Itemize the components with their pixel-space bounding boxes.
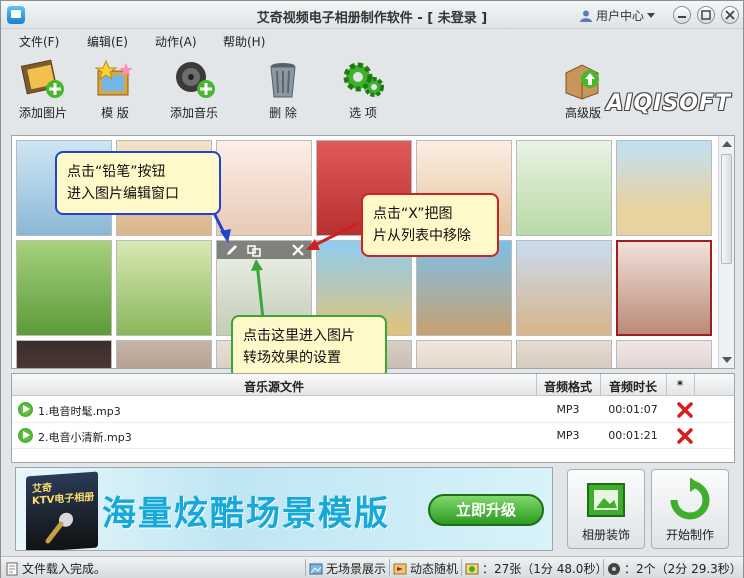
music-duration: 00:01:21 (608, 429, 658, 442)
delete-music-icon[interactable] (676, 401, 694, 419)
upgrade-banner[interactable]: 艾奇 KTV电子相册 海量炫酷场景模版 立即升级 (15, 467, 553, 551)
status-photo-count: ：27张（1分 48.0秒） (465, 560, 607, 577)
photo-count-icon (465, 563, 479, 574)
header-star: * (676, 378, 684, 392)
status-photo-count-text: ：27张（1分 48.0秒） (482, 562, 608, 576)
status-music-count: ：2个（2分 29.3秒） (607, 560, 742, 577)
music-duration: 00:01:07 (608, 403, 658, 416)
music-list: 音乐源文件 音频格式 音频时长 * 1.电音时髦.mp3 MP3 00:01:0… (11, 373, 735, 463)
delete-music-icon[interactable] (676, 427, 694, 445)
upgrade-now-button[interactable]: 立即升级 (428, 494, 544, 526)
document-icon (6, 562, 18, 575)
status-scene-text: 无场景展示 (326, 562, 387, 576)
column-divider (694, 374, 695, 396)
status-divider (603, 559, 604, 576)
product-box-image: 艾奇 KTV电子相册 (26, 471, 98, 550)
music-name: 2.电音小清新.mp3 (38, 431, 132, 444)
app-window: 艾奇视频电子相册制作软件 - [ 未登录 ] 用户中心 文件(F) 编辑(E) … (0, 0, 744, 578)
status-divider (389, 559, 390, 576)
header-duration[interactable]: 音频时长 (600, 378, 666, 395)
start-making-label: 开始制作 (665, 528, 714, 542)
music-list-header: 音乐源文件 音频格式 音频时长 * (12, 374, 734, 396)
music-row[interactable]: 2.电音小清新.mp3 MP3 00:01:21 (12, 423, 734, 449)
play-icon[interactable] (18, 402, 33, 417)
microphone-icon (45, 512, 73, 544)
disc-icon (608, 562, 620, 575)
status-divider (305, 559, 306, 576)
dynamic-icon (393, 563, 407, 574)
music-row[interactable]: 1.电音时髦.mp3 MP3 00:01:07 (12, 397, 734, 423)
scene-icon (309, 563, 323, 574)
music-name: 1.电音时髦.mp3 (38, 405, 121, 418)
music-format: MP3 (556, 403, 580, 416)
header-source[interactable]: 音乐源文件 (12, 378, 536, 395)
product-box-title: 艾奇 KTV电子相册 (32, 482, 95, 508)
status-music-count-text: ：2个（2分 29.3秒） (624, 562, 742, 576)
status-dynamic[interactable]: 动态随机 (393, 560, 458, 577)
music-format: MP3 (556, 429, 580, 442)
play-icon[interactable] (18, 428, 33, 443)
status-dynamic-text: 动态随机 (410, 562, 459, 576)
status-load-text: 文件载入完成。 (22, 562, 107, 576)
album-decorate-label: 相册装饰 (581, 528, 630, 542)
status-scene[interactable]: 无场景展示 (309, 560, 386, 577)
callout-remove-photo: 点击“X”把图 片从列表中移除 (361, 193, 499, 257)
header-format[interactable]: 音频格式 (536, 378, 600, 395)
banner-slogan: 海量炫酷场景模版 (102, 494, 390, 534)
start-making-button[interactable]: 开始制作 (651, 469, 729, 549)
callout-transition: 点击这里进入图片 转场效果的设置 (231, 315, 387, 379)
picture-frame-icon (584, 478, 628, 522)
callout-pencil-edit: 点击“铅笔”按钮 进入图片编辑窗口 (55, 151, 221, 215)
refresh-arrow-icon (668, 477, 712, 522)
status-load: 文件载入完成。 (5, 560, 106, 577)
album-decorate-button[interactable]: 相册装饰 (567, 469, 645, 549)
status-divider (461, 559, 462, 576)
status-bar: 文件载入完成。 无场景展示 动态随机 ：27张（1分 48.0秒） ：2个（2分… (1, 556, 743, 578)
